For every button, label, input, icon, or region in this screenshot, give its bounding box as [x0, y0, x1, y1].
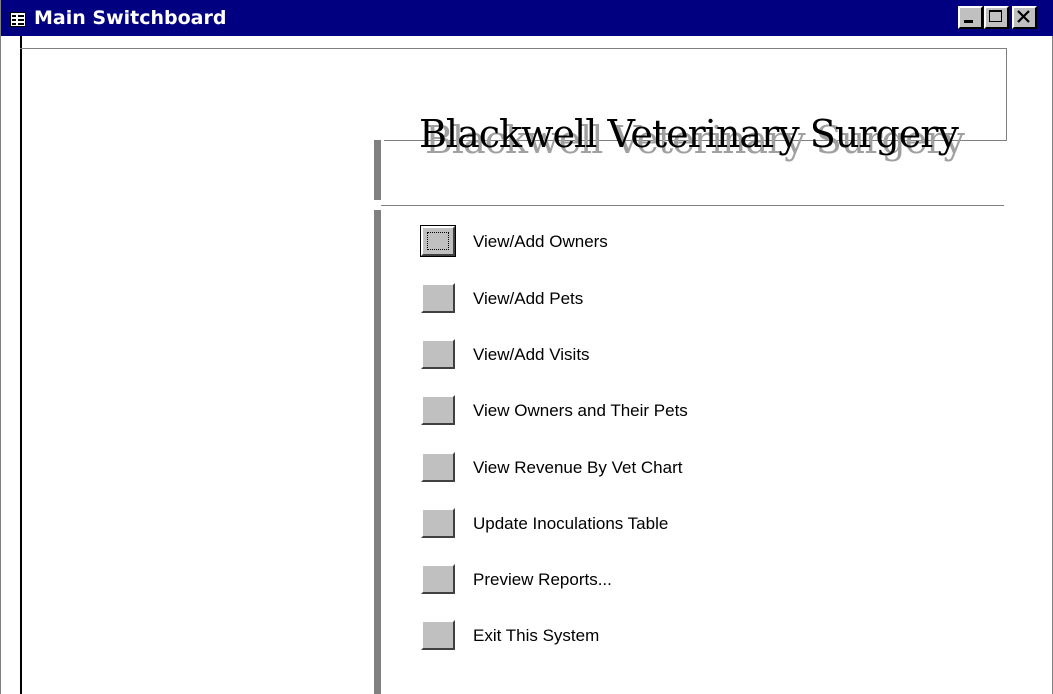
menu-button-view-add-visits[interactable] [421, 339, 455, 369]
menu-item-view-add-owners[interactable]: View/Add Owners [420, 225, 981, 258]
menu-button-preview-reports[interactable] [421, 564, 455, 594]
maximize-icon [989, 10, 1002, 22]
minimize-button[interactable] [958, 6, 983, 29]
header-divider [381, 205, 1004, 206]
menu-item-view-add-pets[interactable]: View/Add Pets [421, 283, 981, 315]
close-icon [1017, 10, 1030, 23]
menu-label: View/Add Owners [473, 232, 608, 251]
menu-button-view-owners-and-pets[interactable] [421, 395, 455, 425]
menu-label: View Revenue By Vet Chart [473, 458, 683, 477]
window-title: Main Switchboard [34, 7, 227, 29]
menu-button-view-add-pets[interactable] [421, 283, 455, 313]
menu-item-exit-system[interactable]: Exit This System [421, 620, 981, 652]
switchboard-window: Main Switchboard Blackwell Veterinary Su… [0, 0, 1053, 694]
menu-item-view-add-visits[interactable]: View/Add Visits [421, 339, 981, 371]
menu-item-revenue-by-vet-chart[interactable]: View Revenue By Vet Chart [421, 452, 981, 484]
menu-item-update-inoculations[interactable]: Update Inoculations Table [421, 508, 981, 540]
menu-label: Update Inoculations Table [473, 514, 669, 533]
menu-label: View/Add Visits [473, 345, 590, 364]
menu-label: View Owners and Their Pets [473, 401, 688, 420]
menu-item-preview-reports[interactable]: Preview Reports... [421, 564, 981, 596]
menu-label: Preview Reports... [473, 570, 612, 589]
title-bar[interactable]: Main Switchboard [1, 0, 1053, 36]
header-frame-top [20, 48, 1007, 49]
menu-button-update-inoculations[interactable] [421, 508, 455, 538]
menu-button-view-add-owners[interactable] [420, 225, 456, 257]
menu-item-view-owners-and-pets[interactable]: View Owners and Their Pets [421, 395, 981, 427]
menu-accent-bar [374, 210, 381, 694]
menu-label: Exit This System [473, 626, 600, 645]
header-frame-right [1006, 48, 1007, 141]
form-heading: Blackwell Veterinary Surgery [419, 112, 959, 156]
menu-label: View/Add Pets [473, 289, 584, 308]
close-button[interactable] [1012, 6, 1037, 29]
menu-button-revenue-by-vet-chart[interactable] [421, 452, 455, 482]
form-icon [10, 10, 26, 27]
left-frame-border [20, 36, 22, 694]
header-accent-bar [374, 140, 381, 200]
maximize-button[interactable] [984, 6, 1009, 29]
minimize-icon [964, 20, 973, 23]
menu-button-exit-system[interactable] [421, 620, 455, 650]
